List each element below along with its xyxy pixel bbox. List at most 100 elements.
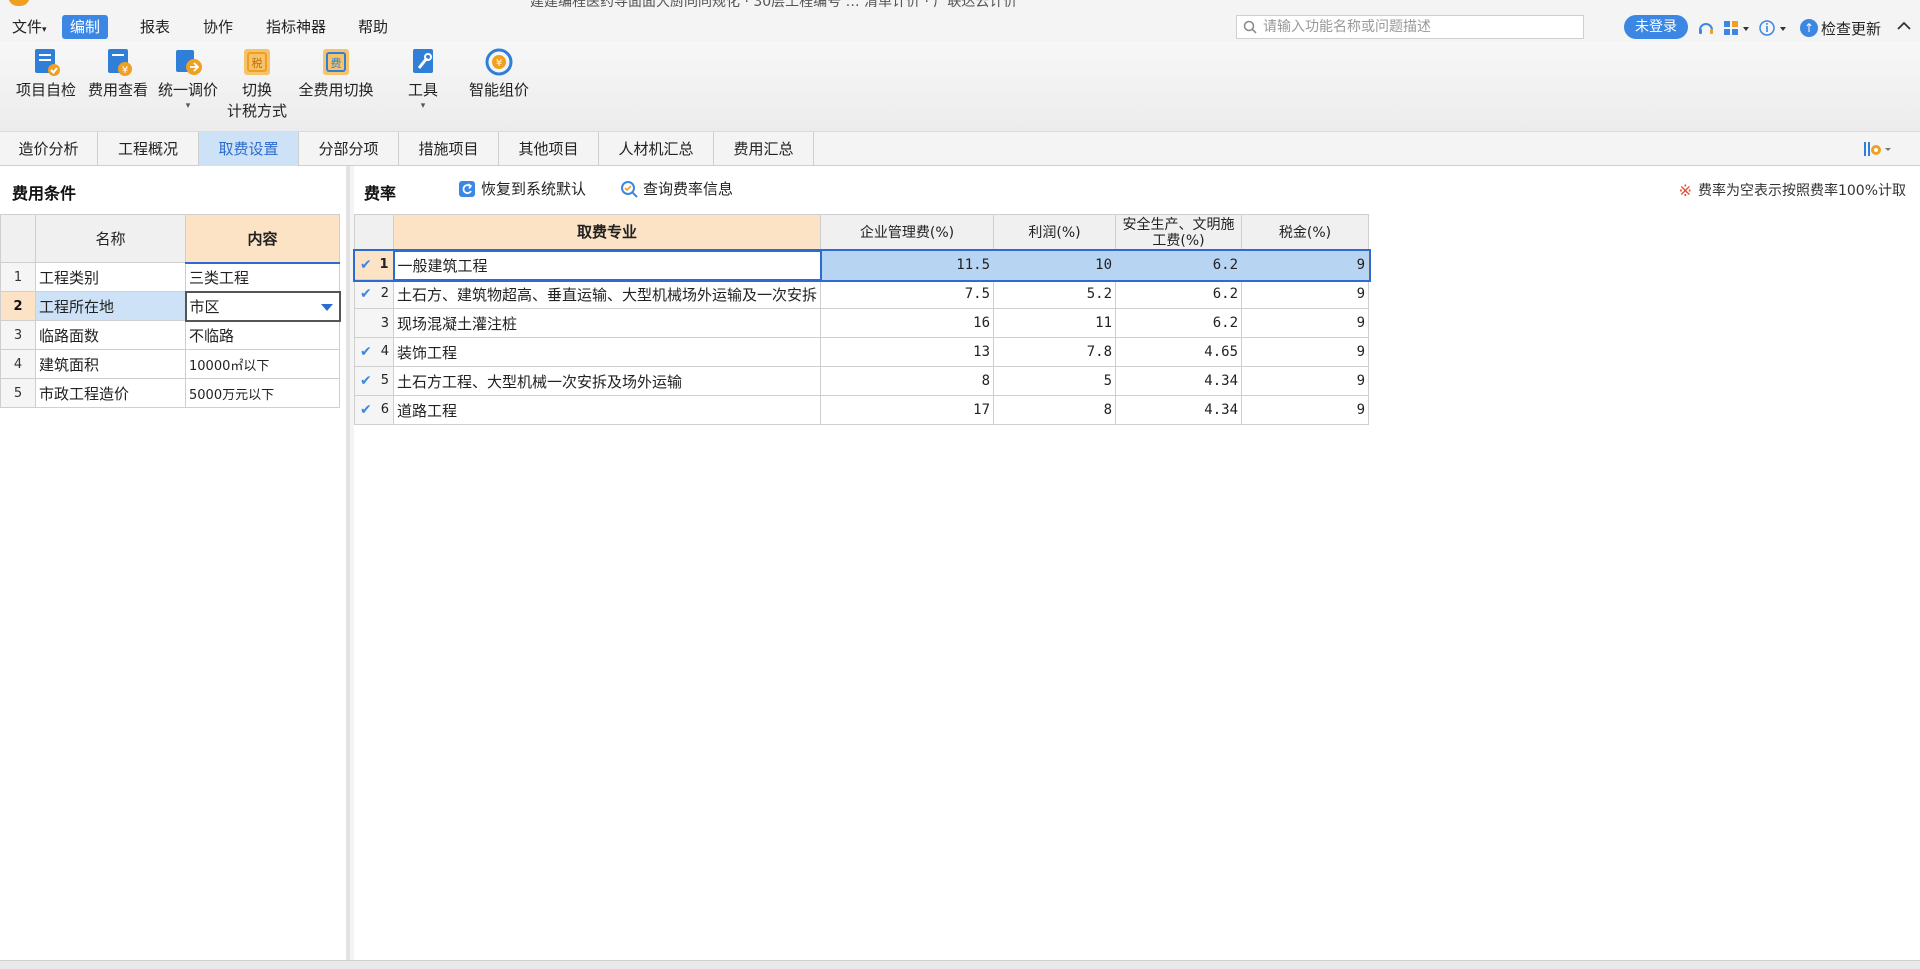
profession-name[interactable]: 土石方工程、大型机械一次安拆及场外运输 bbox=[392, 366, 822, 396]
tax-rate[interactable]: 9 bbox=[1241, 279, 1370, 309]
table-row[interactable]: ✔ 5 土石方工程、大型机械一次安拆及场外运输 8 5 4.34 9 bbox=[354, 366, 1370, 396]
column-header-profession: 取费专业 bbox=[392, 214, 822, 251]
condition-name: 工程所在地 bbox=[35, 291, 186, 321]
menu-file[interactable]: 文件▾ bbox=[4, 15, 55, 39]
row-number: 5 bbox=[0, 378, 36, 408]
condition-value[interactable]: 三类工程 bbox=[185, 262, 340, 292]
profession-name[interactable]: 土石方、建筑物超高、垂直运输、大型机械场外运输及一次安拆 bbox=[392, 279, 822, 309]
safety-rate[interactable]: 4.65 bbox=[1115, 337, 1243, 367]
unify-adjust-button[interactable]: 统一调价 ▾ bbox=[156, 46, 220, 111]
condition-value-dropdown[interactable]: 市区 bbox=[184, 290, 341, 322]
profit-rate[interactable]: 8 bbox=[993, 395, 1117, 425]
info-icon[interactable] bbox=[1758, 18, 1792, 38]
title-bar: 建建编程医药导面面大厨同同规化 · 30层工程编号 … 清单计价 · 广联达云计… bbox=[0, 0, 1920, 8]
profession-name[interactable]: 一般建筑工程 bbox=[392, 249, 822, 281]
tab-project-overview[interactable]: 工程概况 bbox=[98, 132, 199, 166]
rate-notice: ※ 费率为空表示按照费率100%计取 bbox=[1678, 180, 1906, 200]
column-header-name: 名称 bbox=[35, 214, 186, 263]
table-row[interactable]: 3 临路面数 不临路 bbox=[0, 320, 340, 350]
self-check-button[interactable]: 项目自检 bbox=[14, 46, 78, 101]
table-row[interactable]: 5 市政工程造价 5000万元以下 bbox=[0, 378, 340, 408]
smart-price-icon: ¥ bbox=[485, 48, 513, 76]
tax-rate[interactable]: 9 bbox=[1241, 337, 1370, 367]
condition-name: 市政工程造价 bbox=[35, 378, 186, 408]
mgmt-rate[interactable]: 11.5 bbox=[820, 250, 995, 280]
profit-rate[interactable]: 7.8 bbox=[993, 337, 1117, 367]
condition-value[interactable]: 5000万元以下 bbox=[185, 378, 340, 408]
smart-price-button[interactable]: ¥ 智能组价 bbox=[464, 46, 534, 101]
query-rate-button[interactable]: 查询费率信息 bbox=[620, 178, 733, 199]
switch-tax-button[interactable]: 税 切换 计税方式 bbox=[224, 46, 290, 122]
headset-icon[interactable] bbox=[1696, 18, 1716, 38]
apps-grid-icon[interactable] bbox=[1722, 18, 1752, 38]
menu-collab[interactable]: 协作 bbox=[195, 15, 241, 39]
dropdown-arrow-icon[interactable] bbox=[320, 303, 333, 311]
row-number: 3 bbox=[0, 320, 36, 350]
mgmt-rate[interactable]: 13 bbox=[820, 337, 995, 367]
dropdown-arrow-icon: ▾ bbox=[185, 101, 191, 111]
menu-bar: 文件▾ 编制 报表 协作 指标神器 帮助 未登录 ↑ 检查更新 bbox=[0, 8, 1920, 42]
tab-labor-material[interactable]: 人材机汇总 bbox=[599, 132, 714, 166]
condition-name: 建筑面积 bbox=[35, 349, 186, 379]
tab-subitems[interactable]: 分部分项 bbox=[299, 132, 399, 166]
fee-document-icon: ¥ bbox=[108, 49, 132, 76]
tab-measures[interactable]: 措施项目 bbox=[399, 132, 499, 166]
table-row[interactable]: ✔ 6 道路工程 17 8 4.34 9 bbox=[354, 395, 1370, 425]
tax-rate[interactable]: 9 bbox=[1241, 366, 1370, 396]
profit-rate[interactable]: 5 bbox=[993, 366, 1117, 396]
table-row[interactable]: 3 现场混凝土灌注桩 16 11 6.2 9 bbox=[354, 308, 1370, 338]
safety-rate[interactable]: 6.2 bbox=[1115, 279, 1243, 309]
mgmt-rate[interactable]: 7.5 bbox=[820, 279, 995, 309]
profession-name[interactable]: 装饰工程 bbox=[392, 337, 822, 367]
table-row[interactable]: 1 工程类别 三类工程 bbox=[0, 262, 340, 292]
fee-view-button[interactable]: ¥ 费用查看 bbox=[86, 46, 150, 101]
search-icon bbox=[1243, 20, 1257, 34]
table-row[interactable]: 4 建筑面积 10000㎡以下 bbox=[0, 349, 340, 379]
profession-name[interactable]: 现场混凝土灌注桩 bbox=[392, 308, 822, 338]
login-button[interactable]: 未登录 bbox=[1624, 15, 1688, 39]
safety-rate[interactable]: 4.34 bbox=[1115, 366, 1243, 396]
restore-default-button[interactable]: 恢复到系统默认 bbox=[458, 178, 586, 199]
condition-value[interactable]: 10000㎡以下 bbox=[185, 349, 340, 379]
tab-fee-summary[interactable]: 费用汇总 bbox=[714, 132, 814, 166]
menu-edit[interactable]: 编制 bbox=[62, 15, 109, 39]
safety-rate[interactable]: 6.2 bbox=[1115, 308, 1243, 338]
mgmt-rate[interactable]: 16 bbox=[820, 308, 995, 338]
function-search[interactable] bbox=[1236, 15, 1584, 39]
tools-button[interactable]: 工具 ▾ bbox=[398, 46, 448, 111]
tax-rate[interactable]: 9 bbox=[1241, 395, 1370, 425]
status-bar bbox=[0, 960, 1920, 969]
profession-name[interactable]: 道路工程 bbox=[392, 395, 822, 425]
chevron-up-icon[interactable] bbox=[1896, 19, 1912, 33]
profit-rate[interactable]: 11 bbox=[993, 308, 1117, 338]
menu-help[interactable]: 帮助 bbox=[350, 15, 396, 39]
restore-icon bbox=[459, 180, 475, 197]
full-fee-switch-button[interactable]: 费 全费用切换 bbox=[296, 46, 376, 101]
row-number-cell: ✔ 1 bbox=[354, 250, 394, 280]
profit-rate[interactable]: 10 bbox=[993, 250, 1117, 280]
table-row[interactable]: ✔ 1 一般建筑工程 11.5 10 6.2 9 bbox=[352, 248, 1371, 282]
mgmt-rate[interactable]: 17 bbox=[820, 395, 995, 425]
dropdown-value: 市区 bbox=[189, 297, 220, 316]
table-row[interactable]: 2 工程所在地 市区 bbox=[0, 290, 341, 322]
tab-other-items[interactable]: 其他项目 bbox=[499, 132, 599, 166]
condition-value[interactable]: 不临路 bbox=[185, 320, 340, 350]
tab-cost-analysis[interactable]: 造价分析 bbox=[0, 132, 98, 166]
safety-rate[interactable]: 6.2 bbox=[1115, 250, 1243, 280]
check-update-button[interactable]: ↑ 检查更新 bbox=[1800, 17, 1881, 39]
menu-report[interactable]: 报表 bbox=[132, 15, 178, 39]
tab-fee-settings[interactable]: 取费设置 bbox=[199, 132, 299, 166]
menu-indicator[interactable]: 指标神器 bbox=[258, 15, 334, 39]
view-tabs: 造价分析 工程概况 取费设置 分部分项 措施项目 其他项目 人材机汇总 费用汇总 bbox=[0, 132, 1920, 166]
tax-rate[interactable]: 9 bbox=[1241, 250, 1370, 280]
profit-rate[interactable]: 5.2 bbox=[993, 279, 1117, 309]
app-logo-icon bbox=[8, 0, 30, 6]
table-row[interactable]: ✔ 4 装饰工程 13 7.8 4.65 9 bbox=[354, 337, 1370, 367]
table-row[interactable]: ✔ 2 土石方、建筑物超高、垂直运输、大型机械场外运输及一次安拆 7.5 5.2 … bbox=[354, 279, 1370, 309]
safety-rate[interactable]: 4.34 bbox=[1115, 395, 1243, 425]
mgmt-rate[interactable]: 8 bbox=[820, 366, 995, 396]
settings-icon[interactable] bbox=[1862, 140, 1894, 158]
row-number-cell: 3 bbox=[354, 308, 394, 338]
tax-rate[interactable]: 9 bbox=[1241, 308, 1370, 338]
search-input[interactable] bbox=[1263, 19, 1563, 35]
